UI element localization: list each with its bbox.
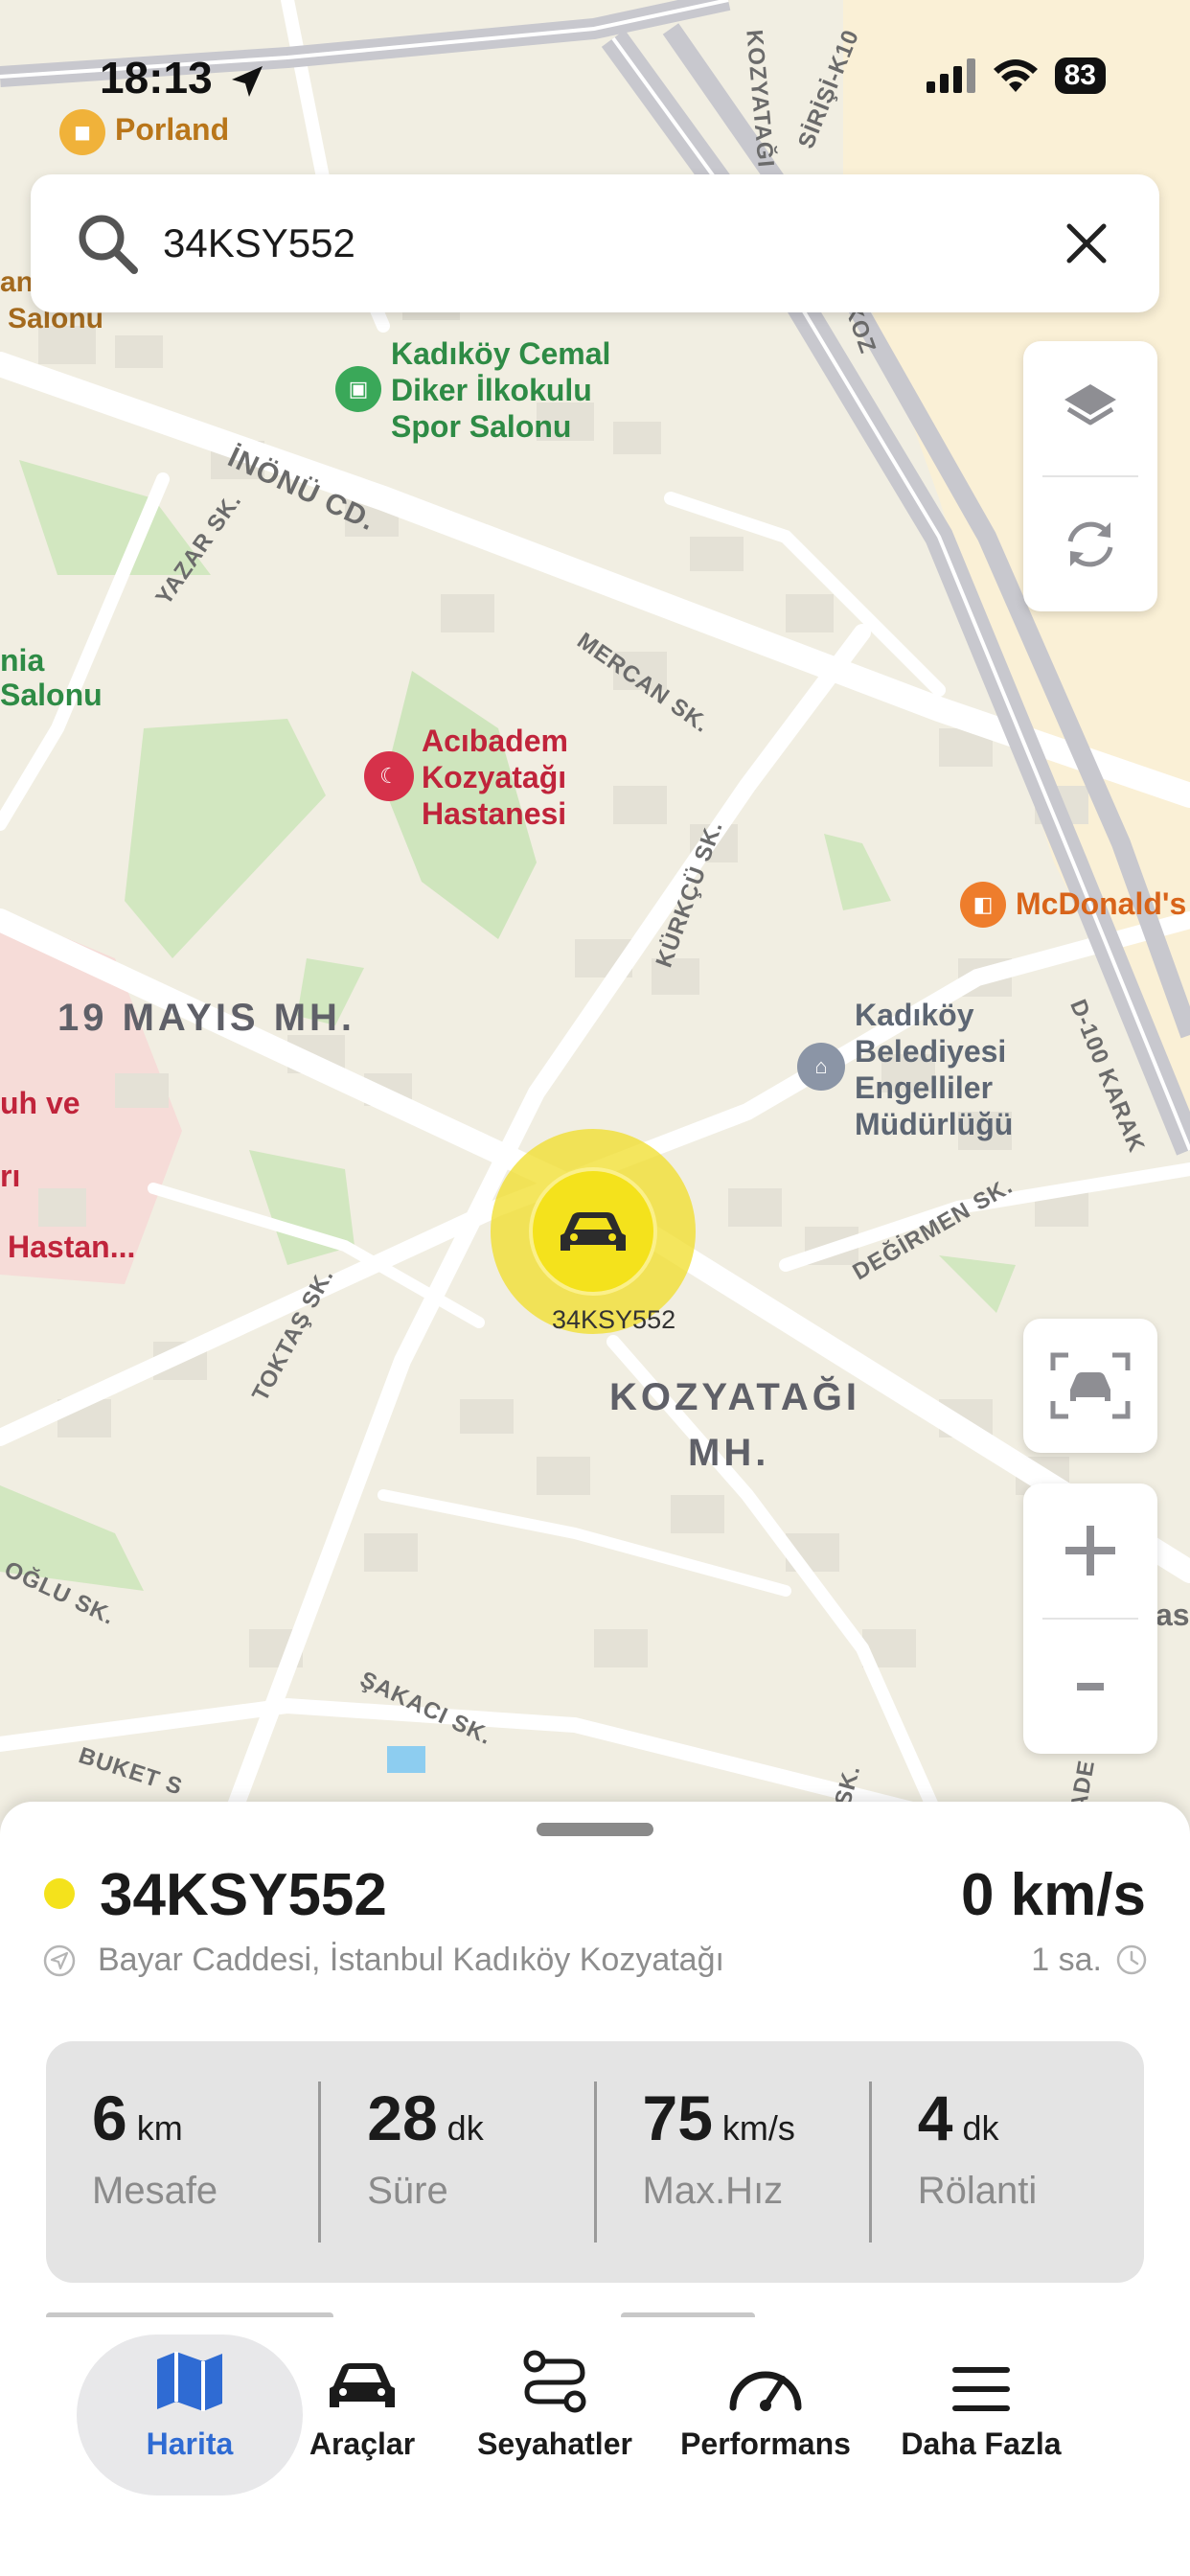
trip-stats-card: 6 km Mesafe 28 dk Süre 75 km/s Max.Hız 4 dk … bbox=[46, 2041, 1144, 2283]
school-icon: ▣ bbox=[335, 366, 381, 412]
district-19-mayis: 19 MAYIS MH. bbox=[57, 997, 356, 1039]
location-arrow-icon bbox=[232, 65, 263, 97]
tab-performans[interactable]: Performans bbox=[675, 2338, 857, 2462]
tab-label: Daha Fazla bbox=[901, 2426, 1062, 2461]
status-time-text: 18:13 bbox=[100, 53, 213, 103]
focus-vehicle-button[interactable] bbox=[1023, 1319, 1157, 1453]
poi-salonu-left-1: nia bbox=[0, 643, 45, 678]
poi-edge-right: as bbox=[1156, 1598, 1190, 1632]
stat-idle: 4 dk Rölanti bbox=[868, 2082, 1144, 2242]
stat-unit: dk bbox=[962, 2108, 999, 2148]
stat-max-speed: 75 km/s Max.Hız bbox=[593, 2082, 869, 2242]
poi-municipal-line4[interactable]: Müdürlüğü bbox=[855, 1107, 1013, 1141]
stat-label: Rölanti bbox=[917, 2170, 1038, 2212]
stat-unit: dk bbox=[446, 2108, 484, 2148]
status-time: 18:13 bbox=[100, 52, 266, 104]
wifi-icon bbox=[993, 59, 1038, 92]
tab-label: Performans bbox=[680, 2426, 851, 2461]
vehicle-status-dot bbox=[44, 1878, 75, 1909]
stat-label: Max.Hız bbox=[642, 2170, 784, 2212]
zoom-in-button[interactable] bbox=[1023, 1484, 1157, 1618]
stat-value: 28 bbox=[367, 2082, 438, 2153]
restaurant-icon: ◧ bbox=[960, 882, 1006, 928]
zoom-out-button[interactable] bbox=[1023, 1620, 1157, 1754]
stat-label: Mesafe bbox=[92, 2170, 218, 2212]
poi-hospital-line1[interactable]: Acıbadem bbox=[422, 724, 568, 758]
vehicle-plate: 34KSY552 bbox=[100, 1862, 387, 1928]
stat-duration: 28 dk Süre bbox=[318, 2082, 593, 2242]
signal-icon bbox=[926, 58, 975, 93]
battery-icon: 83 bbox=[1054, 58, 1106, 94]
layers-icon bbox=[1064, 384, 1116, 426]
route-icon bbox=[523, 2350, 586, 2413]
stat-value: 4 bbox=[917, 2082, 953, 2153]
shopping-icon: ◼ bbox=[59, 109, 105, 155]
vehicle-address: Bayar Caddesi, İstanbul Kadıköy Kozyatağ… bbox=[98, 1942, 724, 1978]
tab-seyahatler[interactable]: Seyahatler bbox=[477, 2338, 632, 2462]
poi-porland[interactable]: Porland bbox=[115, 112, 229, 147]
poi-hospital-line2[interactable]: Kozyatağı bbox=[422, 760, 566, 794]
map-icon bbox=[157, 2352, 222, 2411]
tab-label: Araçlar bbox=[309, 2426, 416, 2461]
menu-icon bbox=[952, 2367, 1010, 2411]
car-icon bbox=[561, 1212, 626, 1251]
hospital-icon: ☾ bbox=[364, 751, 414, 801]
poi-school-line2[interactable]: Diker İlkokulu bbox=[391, 373, 592, 407]
layers-button[interactable] bbox=[1023, 341, 1157, 475]
search-input[interactable]: 34KSY552 bbox=[163, 220, 1056, 266]
refresh-button[interactable] bbox=[1023, 477, 1157, 611]
gauge-icon bbox=[729, 2371, 802, 2411]
poi-municipal-line1[interactable]: Kadıköy bbox=[855, 998, 973, 1032]
stat-distance: 6 km Mesafe bbox=[46, 2082, 318, 2242]
zoom-in-icon bbox=[1065, 1526, 1115, 1576]
stat-value: 6 bbox=[92, 2082, 127, 2153]
tab-araclar[interactable]: Araçlar bbox=[297, 2338, 427, 2462]
next-section-peek bbox=[46, 2308, 1144, 2317]
map-controls-focus bbox=[1023, 1319, 1157, 1453]
stat-unit: km/s bbox=[721, 2108, 795, 2148]
poi-school-line1[interactable]: Kadıköy Cemal bbox=[391, 336, 610, 371]
poi-left-3: Hastan... bbox=[8, 1230, 136, 1264]
map-controls-top bbox=[1023, 341, 1157, 611]
tab-bar: Harita Araçlar Seyahatler Performans Dah… bbox=[0, 2319, 1190, 2576]
poi-municipal-line2[interactable]: Belediyesi bbox=[855, 1034, 1006, 1069]
poi-left-2: rı bbox=[0, 1159, 21, 1193]
zoom-out-icon bbox=[1077, 1683, 1104, 1690]
clear-search-button[interactable] bbox=[1056, 213, 1117, 274]
vehicle-speed: 0 km/s bbox=[960, 1862, 1146, 1928]
tab-daha-fazla[interactable]: Daha Fazla bbox=[893, 2338, 1069, 2462]
search-bar[interactable]: 34KSY552 bbox=[31, 174, 1159, 312]
car-icon bbox=[330, 2363, 395, 2407]
refresh-icon bbox=[1067, 521, 1113, 567]
district-kozyatagi-line2: MH. bbox=[688, 1432, 770, 1474]
tab-harita[interactable]: Harita bbox=[77, 2338, 303, 2462]
search-icon bbox=[79, 215, 138, 274]
vehicle-marker[interactable] bbox=[529, 1167, 657, 1296]
clock-icon bbox=[1116, 1944, 1147, 1975]
focus-vehicle-icon bbox=[1050, 1352, 1131, 1419]
poi-school-line3[interactable]: Spor Salonu bbox=[391, 409, 571, 444]
poi-salonu-left-2: Salonu bbox=[0, 678, 103, 712]
close-icon bbox=[1066, 223, 1107, 264]
district-kozyatagi-line1: KOZYATAĞI bbox=[609, 1376, 860, 1418]
vehicle-marker-label: 34KSY552 bbox=[552, 1305, 676, 1334]
poi-left-1: uh ve bbox=[0, 1086, 80, 1120]
sheet-grabber[interactable] bbox=[537, 1823, 653, 1836]
poi-hospital-line3[interactable]: Hastanesi bbox=[422, 796, 566, 831]
poi-mcdonalds[interactable]: McDonald's bbox=[1016, 886, 1186, 921]
navigation-icon bbox=[43, 1944, 76, 1977]
stat-unit: km bbox=[136, 2108, 183, 2148]
poi-municipal-line3[interactable]: Engelliler bbox=[855, 1070, 993, 1105]
government-icon: ⌂ bbox=[797, 1043, 845, 1091]
tab-label: Harita bbox=[146, 2426, 234, 2461]
status-icons: 83 bbox=[926, 58, 1106, 94]
stat-value: 75 bbox=[642, 2082, 713, 2153]
last-update-time: 1 sa. bbox=[1031, 1942, 1102, 1978]
tab-label: Seyahatler bbox=[477, 2426, 632, 2461]
stat-label: Süre bbox=[367, 2170, 448, 2212]
zoom-controls bbox=[1023, 1484, 1157, 1754]
